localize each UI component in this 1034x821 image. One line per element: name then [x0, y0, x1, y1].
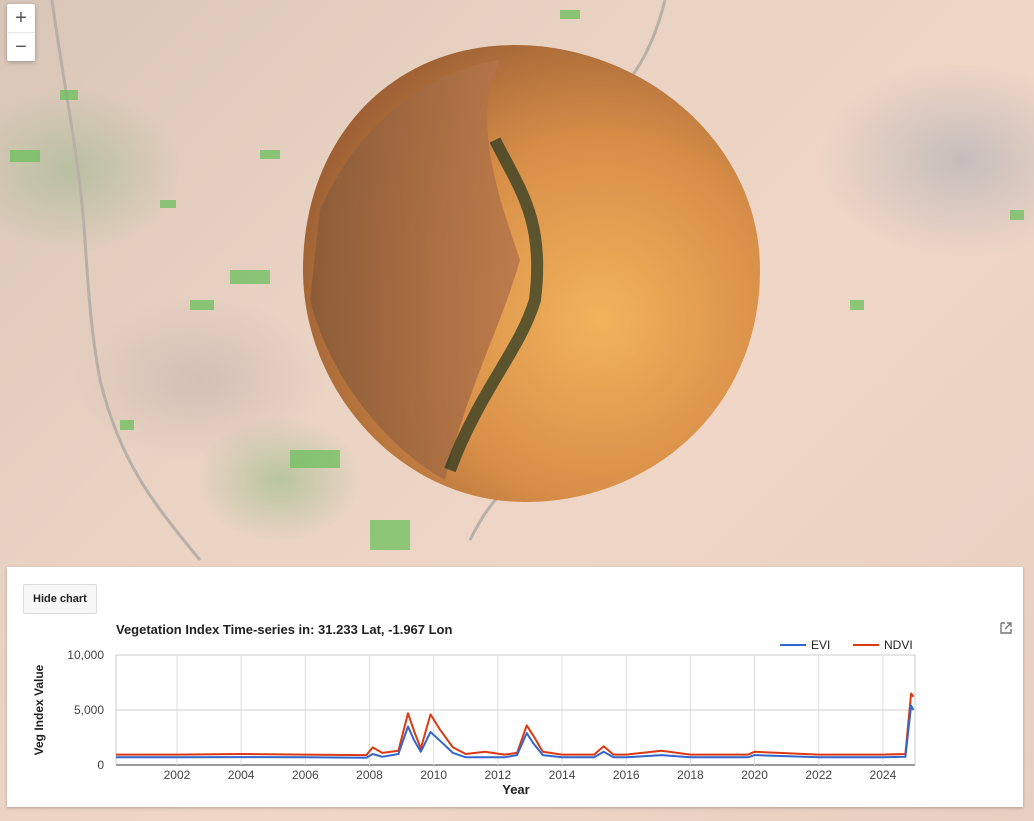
y-axis-ticks: 0 5,000 10,000 [67, 648, 104, 772]
x-tick-label: 2014 [549, 768, 576, 782]
line-chart: Vegetation Index Time-series in: 31.233 … [32, 622, 916, 797]
y-tick-label: 0 [97, 758, 104, 772]
x-tick-label: 2008 [356, 768, 383, 782]
road-path [468, 493, 502, 541]
y-tick-label: 10,000 [67, 648, 104, 662]
y-axis-label: Veg Index Value [32, 664, 46, 755]
series-line-ndvi [116, 692, 915, 757]
series-line-evi [116, 704, 915, 759]
chart-title: Vegetation Index Time-series in: 31.233 … [116, 622, 452, 637]
chart-legend: EVI NDVI [780, 638, 913, 652]
x-tick-label: 2010 [420, 768, 447, 782]
y-tick-label: 5,000 [74, 703, 104, 717]
x-tick-label: 2018 [677, 768, 704, 782]
legend-label-evi: EVI [811, 638, 830, 652]
chart-panel: Hide chart Vegetation Index Time-series … [7, 567, 1023, 807]
chart-grid [115, 654, 916, 766]
chart-series [116, 692, 915, 759]
x-axis-ticks: 2002 2004 2006 2008 2010 2012 2014 2016 2018 2020… [164, 768, 897, 782]
x-tick-label: 2020 [741, 768, 768, 782]
zoom-control: + − [7, 4, 35, 61]
x-tick-label: 2022 [805, 768, 832, 782]
road-path [50, 0, 202, 561]
zoom-out-button[interactable]: − [7, 32, 35, 61]
x-tick-label: 2012 [484, 768, 511, 782]
x-tick-label: 2006 [292, 768, 319, 782]
x-tick-label: 2004 [228, 768, 255, 782]
legend-label-ndvi: NDVI [884, 638, 913, 652]
x-tick-label: 2024 [870, 768, 897, 782]
x-tick-label: 2016 [613, 768, 640, 782]
zoom-in-button[interactable]: + [7, 4, 35, 32]
x-tick-label: 2002 [164, 768, 191, 782]
x-axis-label: Year [502, 782, 529, 797]
